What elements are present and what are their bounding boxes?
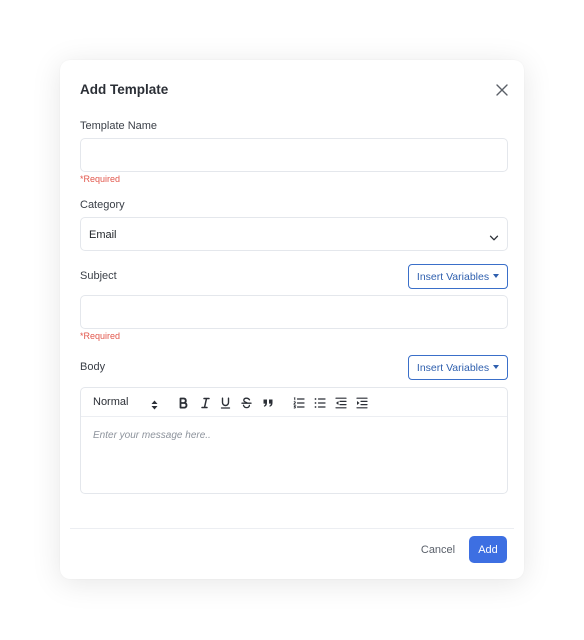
bullet-list-icon[interactable] [314, 396, 326, 414]
editor-placeholder: Enter your message here.. [93, 430, 211, 441]
template-name-label: Template Name [80, 120, 158, 132]
editor-toolbar: Normal [81, 388, 507, 417]
insert-variables-label: Insert Variables [416, 270, 490, 283]
cancel-button[interactable]: Cancel [414, 536, 462, 563]
blockquote-icon[interactable] [262, 396, 274, 414]
strikethrough-icon[interactable] [241, 396, 252, 414]
heading-select[interactable]: Normal [93, 396, 128, 408]
add-button[interactable]: Add [469, 536, 507, 563]
category-selected-value: Email [89, 229, 117, 241]
body-label: Body [80, 361, 106, 373]
category-label: Category [80, 199, 125, 211]
editor-content-area[interactable]: Enter your message here.. [81, 418, 507, 494]
subject-required: *Required [80, 331, 121, 341]
template-name-input[interactable] [80, 138, 508, 172]
bold-icon[interactable] [178, 396, 189, 414]
template-name-required: *Required [80, 174, 121, 184]
indent-icon[interactable] [356, 396, 368, 414]
ordered-list-icon[interactable] [293, 396, 305, 414]
caret-down-icon [493, 273, 500, 278]
subject-label: Subject [80, 270, 117, 282]
footer-divider [70, 528, 514, 529]
outdent-icon[interactable] [335, 396, 347, 414]
body-insert-variables-button[interactable]: Insert Variables [408, 355, 508, 380]
caret-down-icon [493, 364, 500, 369]
insert-variables-label: Insert Variables [416, 361, 490, 374]
subject-input[interactable] [80, 295, 508, 329]
close-icon[interactable] [494, 82, 510, 98]
underline-icon[interactable] [220, 396, 231, 414]
modal-title: Add Template [80, 82, 169, 97]
chevron-down-icon [489, 230, 499, 241]
italic-icon[interactable] [200, 396, 211, 414]
add-template-modal: Add Template Template Name *Required Cat… [60, 60, 524, 579]
category-select[interactable]: Email [80, 217, 508, 251]
subject-insert-variables-button[interactable]: Insert Variables [408, 264, 508, 289]
rich-text-editor: Normal Enter your message here.. [80, 387, 508, 494]
up-down-arrows-icon [151, 397, 158, 415]
